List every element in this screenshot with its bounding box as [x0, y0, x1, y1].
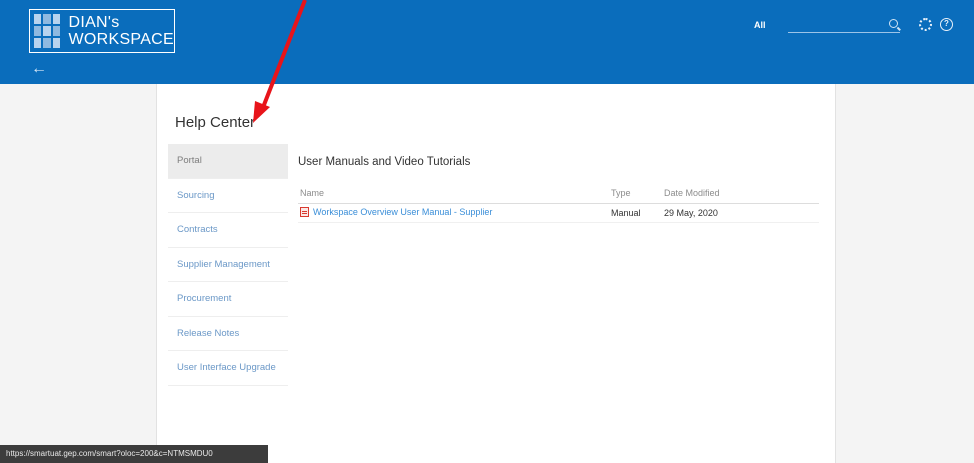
nav-item-release-notes[interactable]: Release Notes [168, 317, 288, 351]
column-header-date-modified[interactable]: Date Modified [664, 188, 720, 198]
manual-link[interactable]: Workspace Overview User Manual - Supplie… [300, 207, 492, 217]
help-category-nav: Portal Sourcing Contracts Supplier Manag… [168, 144, 288, 386]
search-input[interactable] [788, 19, 900, 33]
pdf-icon [300, 207, 309, 217]
help-center-panel: Help Center Portal Sourcing Contracts Su… [156, 84, 836, 463]
manuals-table: Name Type Date Modified Workspace Overvi… [298, 184, 819, 223]
column-header-type[interactable]: Type [611, 188, 631, 198]
manual-type: Manual [611, 208, 641, 218]
help-icon[interactable]: ? [940, 18, 953, 31]
back-arrow-icon[interactable]: ← [31, 60, 47, 78]
table-row: Workspace Overview User Manual - Supplie… [298, 204, 819, 223]
workspace-name: DIAN's WORKSPACE [68, 14, 174, 48]
top-app-bar: DIAN's WORKSPACE ← All ? [0, 0, 974, 84]
search-icon[interactable] [889, 19, 898, 28]
workspace-logo[interactable]: DIAN's WORKSPACE [29, 9, 175, 53]
gear-icon[interactable] [919, 18, 932, 31]
table-header: Name Type Date Modified [298, 184, 819, 204]
search-scope-dropdown[interactable]: All [754, 20, 766, 30]
workspace-name-line1: DIAN's [68, 14, 120, 31]
column-header-name[interactable]: Name [300, 188, 324, 198]
app-logo-icon [32, 12, 62, 50]
workspace-name-line2: WORKSPACE [68, 31, 174, 48]
manual-date-modified: 29 May, 2020 [664, 208, 718, 218]
manual-name[interactable]: Workspace Overview User Manual - Supplie… [313, 207, 492, 217]
nav-item-contracts[interactable]: Contracts [168, 213, 288, 248]
page-title: Help Center [175, 114, 256, 131]
nav-item-procurement[interactable]: Procurement [168, 282, 288, 317]
section-title: User Manuals and Video Tutorials [298, 156, 471, 168]
nav-item-sourcing[interactable]: Sourcing [168, 179, 288, 213]
nav-item-supplier-management[interactable]: Supplier Management [168, 248, 288, 282]
nav-item-portal[interactable]: Portal [168, 144, 288, 179]
status-bar-url: https://smartuat.gep.com/smart?oloc=200&… [0, 445, 268, 463]
nav-item-user-interface-upgrade[interactable]: User Interface Upgrade [168, 351, 288, 386]
